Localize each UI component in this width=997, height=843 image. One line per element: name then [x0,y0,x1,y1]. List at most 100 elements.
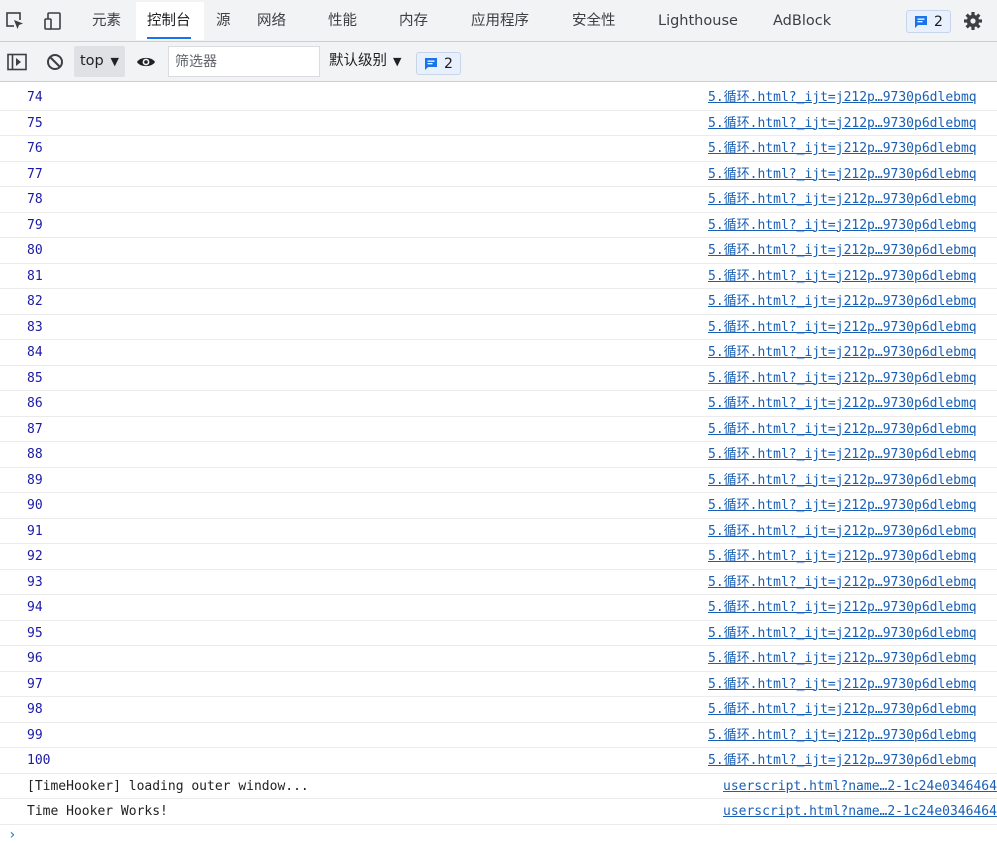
log-message-text: Time Hooker Works! [27,804,168,819]
source-link[interactable]: 5.循环.html?_ijt=j212p…9730p6dlebmq [708,366,997,391]
log-number-value: 90 [27,498,43,513]
source-link[interactable]: 5.循环.html?_ijt=j212p…9730p6dlebmq [708,111,997,136]
source-link[interactable]: 5.循环.html?_ijt=j212p…9730p6dlebmq [708,646,997,671]
log-number-value: 77 [27,166,43,182]
console-log-row: 82 5.循环.html?_ijt=j212p…9730p6dlebmq [0,289,997,315]
gear-icon[interactable] [961,0,985,42]
tab-network[interactable]: 网络 [257,0,286,42]
console-log-row: 85 5.循环.html?_ijt=j212p…9730p6dlebmq [0,366,997,391]
source-link[interactable]: 5.循环.html?_ijt=j212p…9730p6dlebmq [708,595,997,620]
source-link[interactable]: userscript.html?name…2-1c24e0346464 [723,799,997,824]
console-log-row: 87 5.循环.html?_ijt=j212p…9730p6dlebmq [0,417,997,442]
inspect-element-icon[interactable] [4,0,26,42]
source-link[interactable]: 5.循环.html?_ijt=j212p…9730p6dlebmq [708,85,997,110]
source-link[interactable]: 5.循环.html?_ijt=j212p…9730p6dlebmq [708,162,997,187]
log-number-value: 93 [27,574,43,590]
log-number-value: 79 [27,217,43,233]
source-link[interactable]: 5.循环.html?_ijt=j212p…9730p6dlebmq [708,213,997,238]
source-link[interactable]: 5.循环.html?_ijt=j212p…9730p6dlebmq [708,468,997,493]
log-number-value: 97 [27,676,43,692]
source-link[interactable]: 5.循环.html?_ijt=j212p…9730p6dlebmq [708,519,997,544]
log-number-value: 75 [27,115,43,131]
tab-application[interactable]: 应用程序 [471,0,529,42]
tab-sources[interactable]: 源 [216,0,231,42]
console-log-row: 92 5.循环.html?_ijt=j212p…9730p6dlebmq [0,544,997,570]
tab-memory[interactable]: 内存 [399,0,428,42]
source-link[interactable]: 5.循环.html?_ijt=j212p…9730p6dlebmq [708,697,997,722]
console-log-row: 97 5.循环.html?_ijt=j212p…9730p6dlebmq [0,672,997,697]
console-toolbar: top ▼ 默认级别 ▼ 2 [0,42,997,82]
console-log-row: 95 5.循环.html?_ijt=j212p…9730p6dlebmq [0,621,997,646]
source-link[interactable]: 5.循环.html?_ijt=j212p…9730p6dlebmq [708,289,997,314]
console-log-row: 84 5.循环.html?_ijt=j212p…9730p6dlebmq [0,340,997,366]
chevron-down-icon: ▼ [393,55,402,68]
console-log-row: 80 5.循环.html?_ijt=j212p…9730p6dlebmq [0,238,997,264]
issue-chat-icon [915,15,927,28]
log-number-value: 95 [27,625,43,641]
console-log-row: 76 5.循环.html?_ijt=j212p…9730p6dlebmq [0,136,997,162]
sidebar-toggle-icon[interactable] [6,42,28,81]
log-number-value: 80 [27,243,43,258]
tab-performance[interactable]: 性能 [328,0,357,42]
source-link[interactable]: 5.循环.html?_ijt=j212p…9730p6dlebmq [708,621,997,646]
live-expression-eye-icon[interactable] [134,42,158,81]
source-link[interactable]: 5.循环.html?_ijt=j212p…9730p6dlebmq [708,544,997,569]
log-number-value: 76 [27,141,43,156]
source-link[interactable]: 5.循环.html?_ijt=j212p…9730p6dlebmq [708,264,997,289]
console-log-row: 83 5.循环.html?_ijt=j212p…9730p6dlebmq [0,315,997,340]
console-log-row: 90 5.循环.html?_ijt=j212p…9730p6dlebmq [0,493,997,519]
console-log-row: 74 5.循环.html?_ijt=j212p…9730p6dlebmq [0,85,997,111]
console-log-row: Time Hooker Works! userscript.html?name…2… [0,799,997,825]
log-number-value: 91 [27,523,43,539]
log-number-value: 81 [27,268,43,284]
log-number-value: 82 [27,294,43,309]
source-link[interactable]: 5.循环.html?_ijt=j212p…9730p6dlebmq [708,493,997,518]
devtools-tab-bar: 元素 控制台 源 网络 性能 内存 应用程序 安全性 Lighthouse Ad… [0,0,997,42]
source-link[interactable]: 5.循环.html?_ijt=j212p…9730p6dlebmq [708,417,997,442]
clear-console-icon[interactable] [44,42,66,81]
tab-console[interactable]: 控制台 [147,0,191,42]
console-log-row: 78 5.循环.html?_ijt=j212p…9730p6dlebmq [0,187,997,213]
source-link[interactable]: userscript.html?name…2-1c24e0346464 [723,774,997,799]
console-log-row: 89 5.循环.html?_ijt=j212p…9730p6dlebmq [0,468,997,493]
log-number-value: 74 [27,90,43,105]
device-toolbar-icon[interactable] [42,0,64,42]
log-number-value: 85 [27,370,43,386]
source-link[interactable]: 5.循环.html?_ijt=j212p…9730p6dlebmq [708,723,997,748]
tab-elements[interactable]: 元素 [92,0,121,42]
source-link[interactable]: 5.循环.html?_ijt=j212p…9730p6dlebmq [708,238,997,263]
tab-security[interactable]: 安全性 [572,0,616,42]
log-number-value: 94 [27,600,43,615]
log-number-value: 84 [27,345,43,360]
source-link[interactable]: 5.循环.html?_ijt=j212p…9730p6dlebmq [708,136,997,161]
source-link[interactable]: 5.循环.html?_ijt=j212p…9730p6dlebmq [708,315,997,340]
log-number-value: 96 [27,651,43,666]
source-link[interactable]: 5.循环.html?_ijt=j212p…9730p6dlebmq [708,570,997,595]
console-log-row: 91 5.循环.html?_ijt=j212p…9730p6dlebmq [0,519,997,544]
context-selector-value: top [80,53,104,69]
tab-adblock[interactable]: AdBlock [773,0,831,42]
log-number-value: 87 [27,421,43,437]
filter-input[interactable] [168,46,320,77]
source-link[interactable]: 5.循环.html?_ijt=j212p…9730p6dlebmq [708,340,997,365]
source-link[interactable]: 5.循环.html?_ijt=j212p…9730p6dlebmq [708,187,997,212]
issues-counter-button[interactable]: 2 [906,10,951,33]
source-link[interactable]: 5.循环.html?_ijt=j212p…9730p6dlebmq [708,391,997,416]
console-log-row: [TimeHooker] loading outer window... user… [0,774,997,799]
console-log-row: 88 5.循环.html?_ijt=j212p…9730p6dlebmq [0,442,997,468]
source-link[interactable]: 5.循环.html?_ijt=j212p…9730p6dlebmq [708,672,997,697]
log-level-dropdown[interactable]: 默认级别 ▼ [329,42,401,81]
console-log-row: 75 5.循环.html?_ijt=j212p…9730p6dlebmq [0,111,997,136]
log-number-value: 99 [27,727,43,743]
chevron-down-icon: ▼ [110,55,119,68]
context-selector[interactable]: top ▼ [74,46,125,77]
toolbar-issues-count: 2 [444,55,453,72]
console-log-row: 81 5.循环.html?_ijt=j212p…9730p6dlebmq [0,264,997,289]
source-link[interactable]: 5.循环.html?_ijt=j212p…9730p6dlebmq [708,442,997,467]
toolbar-issues-button[interactable]: 2 [416,52,461,75]
tab-lighthouse[interactable]: Lighthouse [658,0,738,42]
source-link[interactable]: 5.循环.html?_ijt=j212p…9730p6dlebmq [708,748,997,773]
log-number-value: 92 [27,549,43,564]
console-prompt[interactable]: › [8,827,16,843]
console-log-row: 94 5.循环.html?_ijt=j212p…9730p6dlebmq [0,595,997,621]
